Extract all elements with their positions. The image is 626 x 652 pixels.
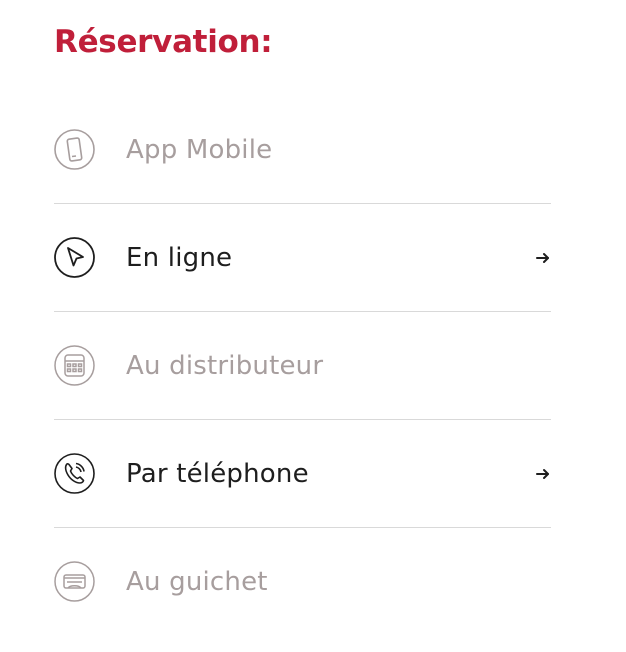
mobile-phone-icon (54, 129, 95, 170)
ticket-counter-icon (54, 561, 95, 602)
option-label: Au guichet (126, 566, 268, 597)
option-label: Au distributeur (126, 350, 324, 381)
option-par-telephone[interactable]: Par téléphone (54, 420, 551, 528)
option-label: App Mobile (126, 134, 273, 165)
option-au-distributeur: Au distributeur (54, 312, 551, 420)
ticket-machine-icon (54, 345, 95, 386)
reservation-options-list: App Mobile En ligne Au distributeur Par … (54, 96, 551, 635)
cursor-pointer-icon (54, 237, 95, 278)
page-title: Réservation: (54, 24, 273, 60)
option-au-guichet: Au guichet (54, 528, 551, 635)
arrow-right-icon[interactable] (535, 250, 551, 266)
option-label: Par téléphone (126, 458, 309, 489)
arrow-right-icon[interactable] (535, 466, 551, 482)
option-app-mobile: App Mobile (54, 96, 551, 204)
option-en-ligne[interactable]: En ligne (54, 204, 551, 312)
option-label: En ligne (126, 242, 233, 273)
telephone-icon (54, 453, 95, 494)
